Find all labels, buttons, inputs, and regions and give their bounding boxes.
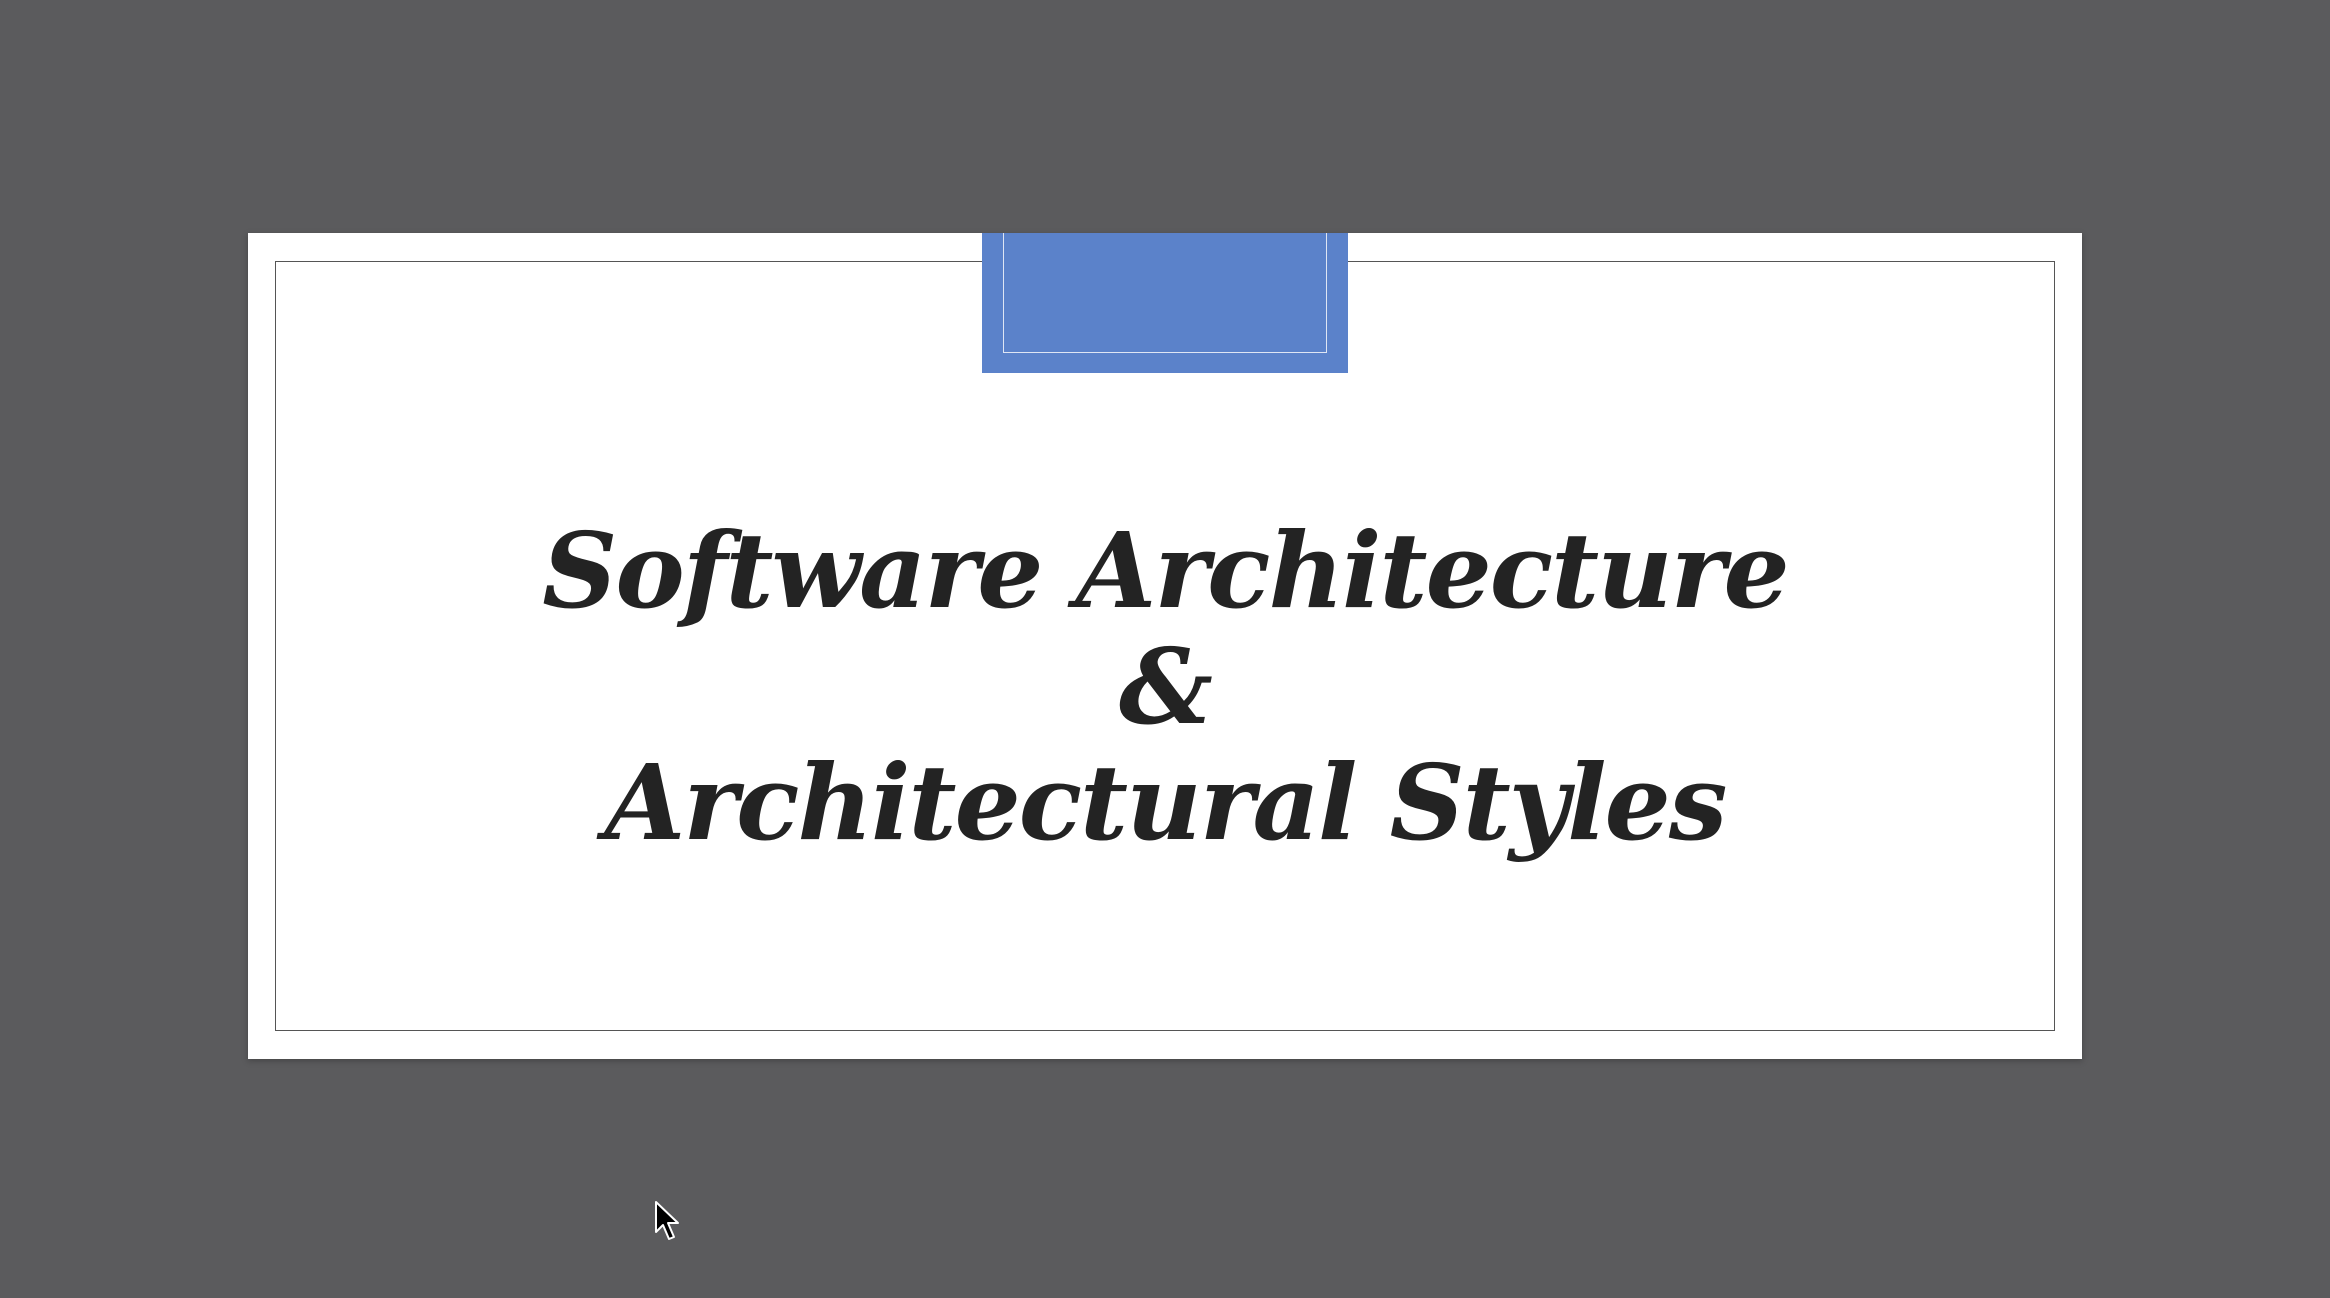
accent-tab: [982, 233, 1348, 373]
mouse-pointer-icon: [655, 1201, 679, 1240]
presentation-stage: Software Architecture & Architectural St…: [0, 0, 2330, 1298]
accent-tab-inner-outline: [1003, 233, 1327, 353]
title-line-1: Software Architecture: [542, 509, 1789, 632]
slide-title: Software Architecture & Architectural St…: [248, 513, 2082, 861]
title-line-ampersand: &: [1119, 625, 1213, 748]
title-line-2: Architectural Styles: [604, 741, 1728, 864]
title-slide[interactable]: Software Architecture & Architectural St…: [248, 233, 2082, 1059]
